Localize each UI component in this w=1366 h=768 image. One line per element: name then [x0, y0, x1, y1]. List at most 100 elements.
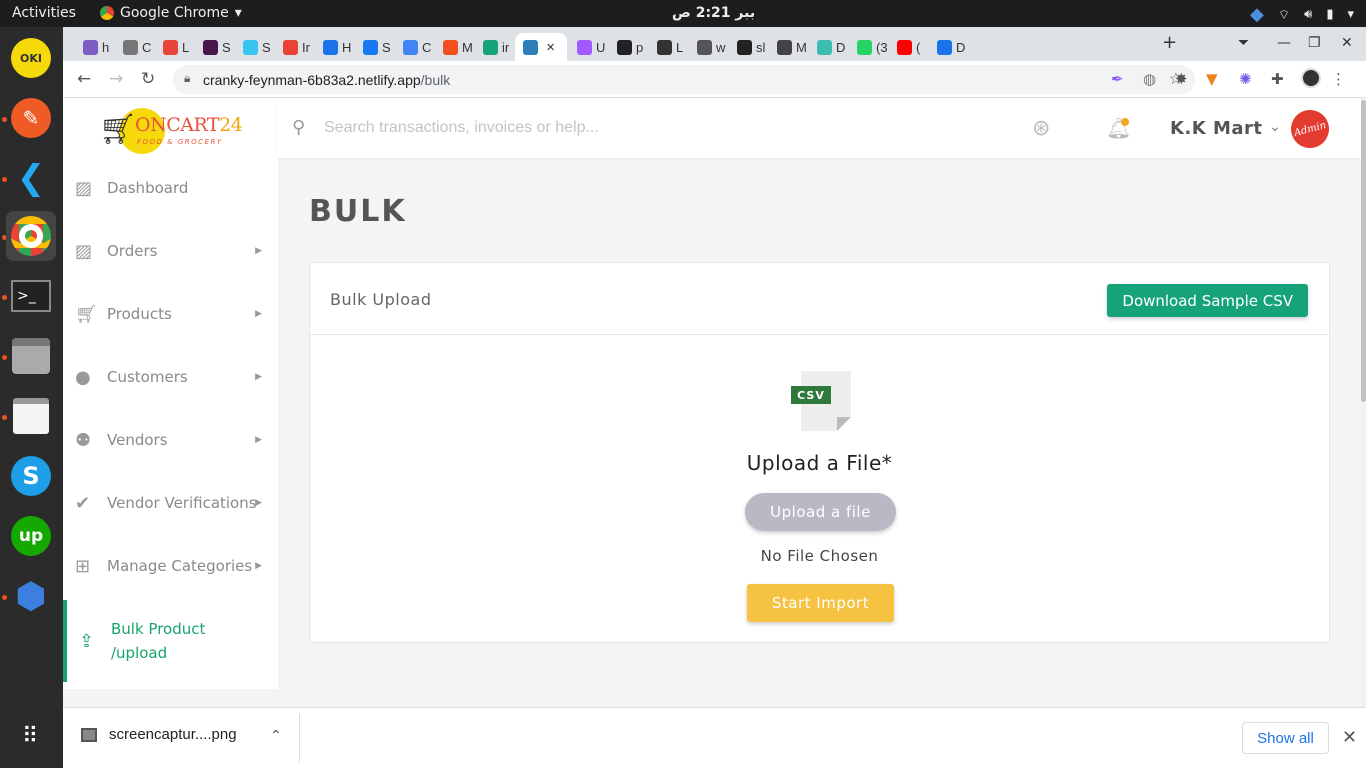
browser-tab[interactable]: S	[235, 33, 271, 61]
browser-tab[interactable]: M	[769, 33, 807, 61]
tab-label: D	[836, 39, 846, 55]
browser-tab[interactable]: (	[889, 33, 925, 61]
download-item[interactable]: screencaptur....png	[81, 726, 237, 743]
oncart-logo[interactable]: 🛒︎ ONCART24 FOOD & GROCERY	[99, 104, 244, 156]
chrome-menu-icon[interactable]: ⋮	[1331, 70, 1346, 88]
restore-button[interactable]: ❐	[1308, 35, 1321, 51]
sidebar-item-dashboard[interactable]: ▨ Dashboard	[63, 168, 278, 208]
browser-tab[interactable]: D	[809, 33, 845, 61]
sidebar-item-manage-categories[interactable]: ⊞ Manage Categories ▶	[63, 546, 278, 586]
new-tab-button[interactable]: +	[1162, 32, 1177, 53]
dock-skype-icon[interactable]: S	[6, 451, 56, 501]
start-import-button[interactable]: Start Import	[747, 584, 894, 622]
extension-badge-icon[interactable]: ✺	[1239, 70, 1252, 88]
browser-tab[interactable]: C	[115, 33, 151, 61]
browser-tab[interactable]: M	[435, 33, 473, 61]
dock-upwork-icon[interactable]: up	[6, 511, 56, 561]
show-all-button[interactable]: Show all	[1242, 722, 1329, 754]
page-scrollbar[interactable]	[1361, 98, 1366, 707]
tab-label: U	[596, 39, 606, 55]
browser-tab[interactable]: h	[75, 33, 111, 61]
extensions-puzzle-icon[interactable]: ✚	[1271, 70, 1284, 88]
tab-label: ir	[502, 39, 510, 55]
upload-file-button[interactable]: Upload a file	[745, 493, 896, 531]
tab-favicon-icon	[577, 39, 592, 55]
app-menu[interactable]: Google Chrome ▾	[100, 5, 242, 21]
sidebar-item-orders[interactable]: ▨ Orders ▶	[63, 231, 278, 271]
admin-avatar[interactable]: Admin	[1286, 105, 1334, 153]
chevron-up-icon[interactable]: ⌃	[270, 728, 282, 744]
scrollbar-thumb[interactable]	[1361, 100, 1366, 402]
browser-tab[interactable]: U	[569, 33, 605, 61]
chrome-icon	[100, 6, 114, 20]
show-applications-icon[interactable]: ⠿	[6, 711, 56, 761]
browser-tab[interactable]: ir	[475, 33, 511, 61]
power-menu-icon: ▾	[1347, 7, 1354, 22]
browser-tab[interactable]: S	[355, 33, 391, 61]
back-icon[interactable]: ←	[77, 69, 91, 89]
profile-avatar[interactable]	[1301, 68, 1321, 88]
browser-tab[interactable]: H	[315, 33, 351, 61]
system-top-bar: Activities Google Chrome ▾ ببر 2:21 ص ◆ …	[0, 0, 1366, 27]
sitemap-icon: ⊞	[75, 555, 91, 577]
browser-tab[interactable]: L	[155, 33, 191, 61]
tab-search-icon[interactable]: ⏷	[1238, 35, 1249, 51]
browser-tab[interactable]: Ir	[275, 33, 311, 61]
browser-tab[interactable]: p	[609, 33, 645, 61]
dock-chrome-icon[interactable]	[6, 211, 56, 261]
browser-tab[interactable]: L	[649, 33, 685, 61]
tab-favicon-icon	[243, 39, 258, 55]
sidebar-item-vendors[interactable]: ⚉ Vendors ▶	[63, 420, 278, 460]
browser-tab[interactable]: ✕	[515, 33, 567, 61]
upload-heading: Upload a File*	[746, 451, 893, 475]
tab-label: M	[796, 39, 807, 55]
minimize-button[interactable]: —	[1277, 35, 1291, 51]
sidebar-item-bulk-product-upload[interactable]: ⇪ Bulk Product /upload	[63, 600, 278, 682]
store-name[interactable]: K.K Mart	[1170, 118, 1263, 139]
dock-text-editor-icon[interactable]	[6, 391, 56, 441]
browser-tab[interactable]: sl	[729, 33, 765, 61]
cart-icon: 🛒︎	[75, 303, 98, 325]
download-sample-csv-button[interactable]: Download Sample CSV	[1107, 284, 1308, 317]
dock-okular-icon[interactable]: OKI	[6, 33, 56, 83]
browser-tab[interactable]: (3	[849, 33, 888, 61]
browser-tab[interactable]: w	[689, 33, 725, 61]
browser-tab[interactable]: C	[395, 33, 431, 61]
dock-files-icon[interactable]	[6, 331, 56, 381]
close-icon[interactable]: ✕	[1342, 727, 1357, 748]
reload-icon[interactable]: ↻	[141, 69, 155, 89]
activities-button[interactable]: Activities	[12, 5, 76, 21]
extension-feather-icon[interactable]: ✒	[1111, 70, 1124, 88]
lock-icon[interactable]: 🔒︎	[184, 71, 190, 86]
box-icon: ▨	[75, 177, 93, 199]
browser-tab[interactable]: D	[929, 33, 965, 61]
tab-favicon-icon	[83, 39, 98, 55]
chevron-down-icon[interactable]: ⌄	[1269, 119, 1281, 135]
dock-postman-icon[interactable]: ✎	[6, 93, 56, 143]
csv-file-icon: CSV	[791, 371, 851, 431]
support-icon[interactable]: ⊛	[1032, 116, 1050, 141]
system-tray[interactable]: ◆ ⌔ 🔊︎ ▮ ▾	[1250, 4, 1354, 25]
search-icon: ⚲	[292, 117, 306, 138]
sidebar-item-products[interactable]: 🛒︎ Products ▶	[63, 294, 278, 334]
tab-label: S	[222, 39, 231, 55]
search-input[interactable]	[324, 114, 884, 142]
chevron-right-icon: ▶	[255, 435, 262, 445]
dock-terminal-icon[interactable]: >_	[6, 271, 56, 321]
sidebar-item-vendor-verifications[interactable]: ✔ Vendor Verifications ▶	[63, 483, 278, 523]
dock-app-icon[interactable]: ⬢	[6, 571, 56, 621]
extension-bug-icon[interactable]: ✸	[1175, 70, 1188, 88]
dock-vscode-icon[interactable]: ❮	[6, 153, 56, 203]
tab-favicon-icon	[483, 39, 498, 55]
extension-metamask-icon[interactable]: ▼	[1206, 70, 1218, 88]
clock[interactable]: ببر 2:21 ص	[672, 5, 755, 21]
forward-icon[interactable]: →	[109, 69, 123, 89]
tab-favicon-icon	[363, 39, 378, 55]
sidebar-item-customers[interactable]: ● Customers ▶	[63, 357, 278, 397]
close-window-button[interactable]: ✕	[1341, 35, 1353, 51]
cart-icon: 🛒︎	[99, 112, 138, 147]
browser-tab[interactable]: S	[195, 33, 231, 61]
address-bar[interactable]: 🔒︎ cranky-feynman-6b83a2.netlify.app/bul…	[173, 65, 1195, 94]
close-tab-icon[interactable]: ✕	[546, 41, 555, 54]
extension-globe-icon[interactable]: ◍	[1143, 70, 1156, 88]
